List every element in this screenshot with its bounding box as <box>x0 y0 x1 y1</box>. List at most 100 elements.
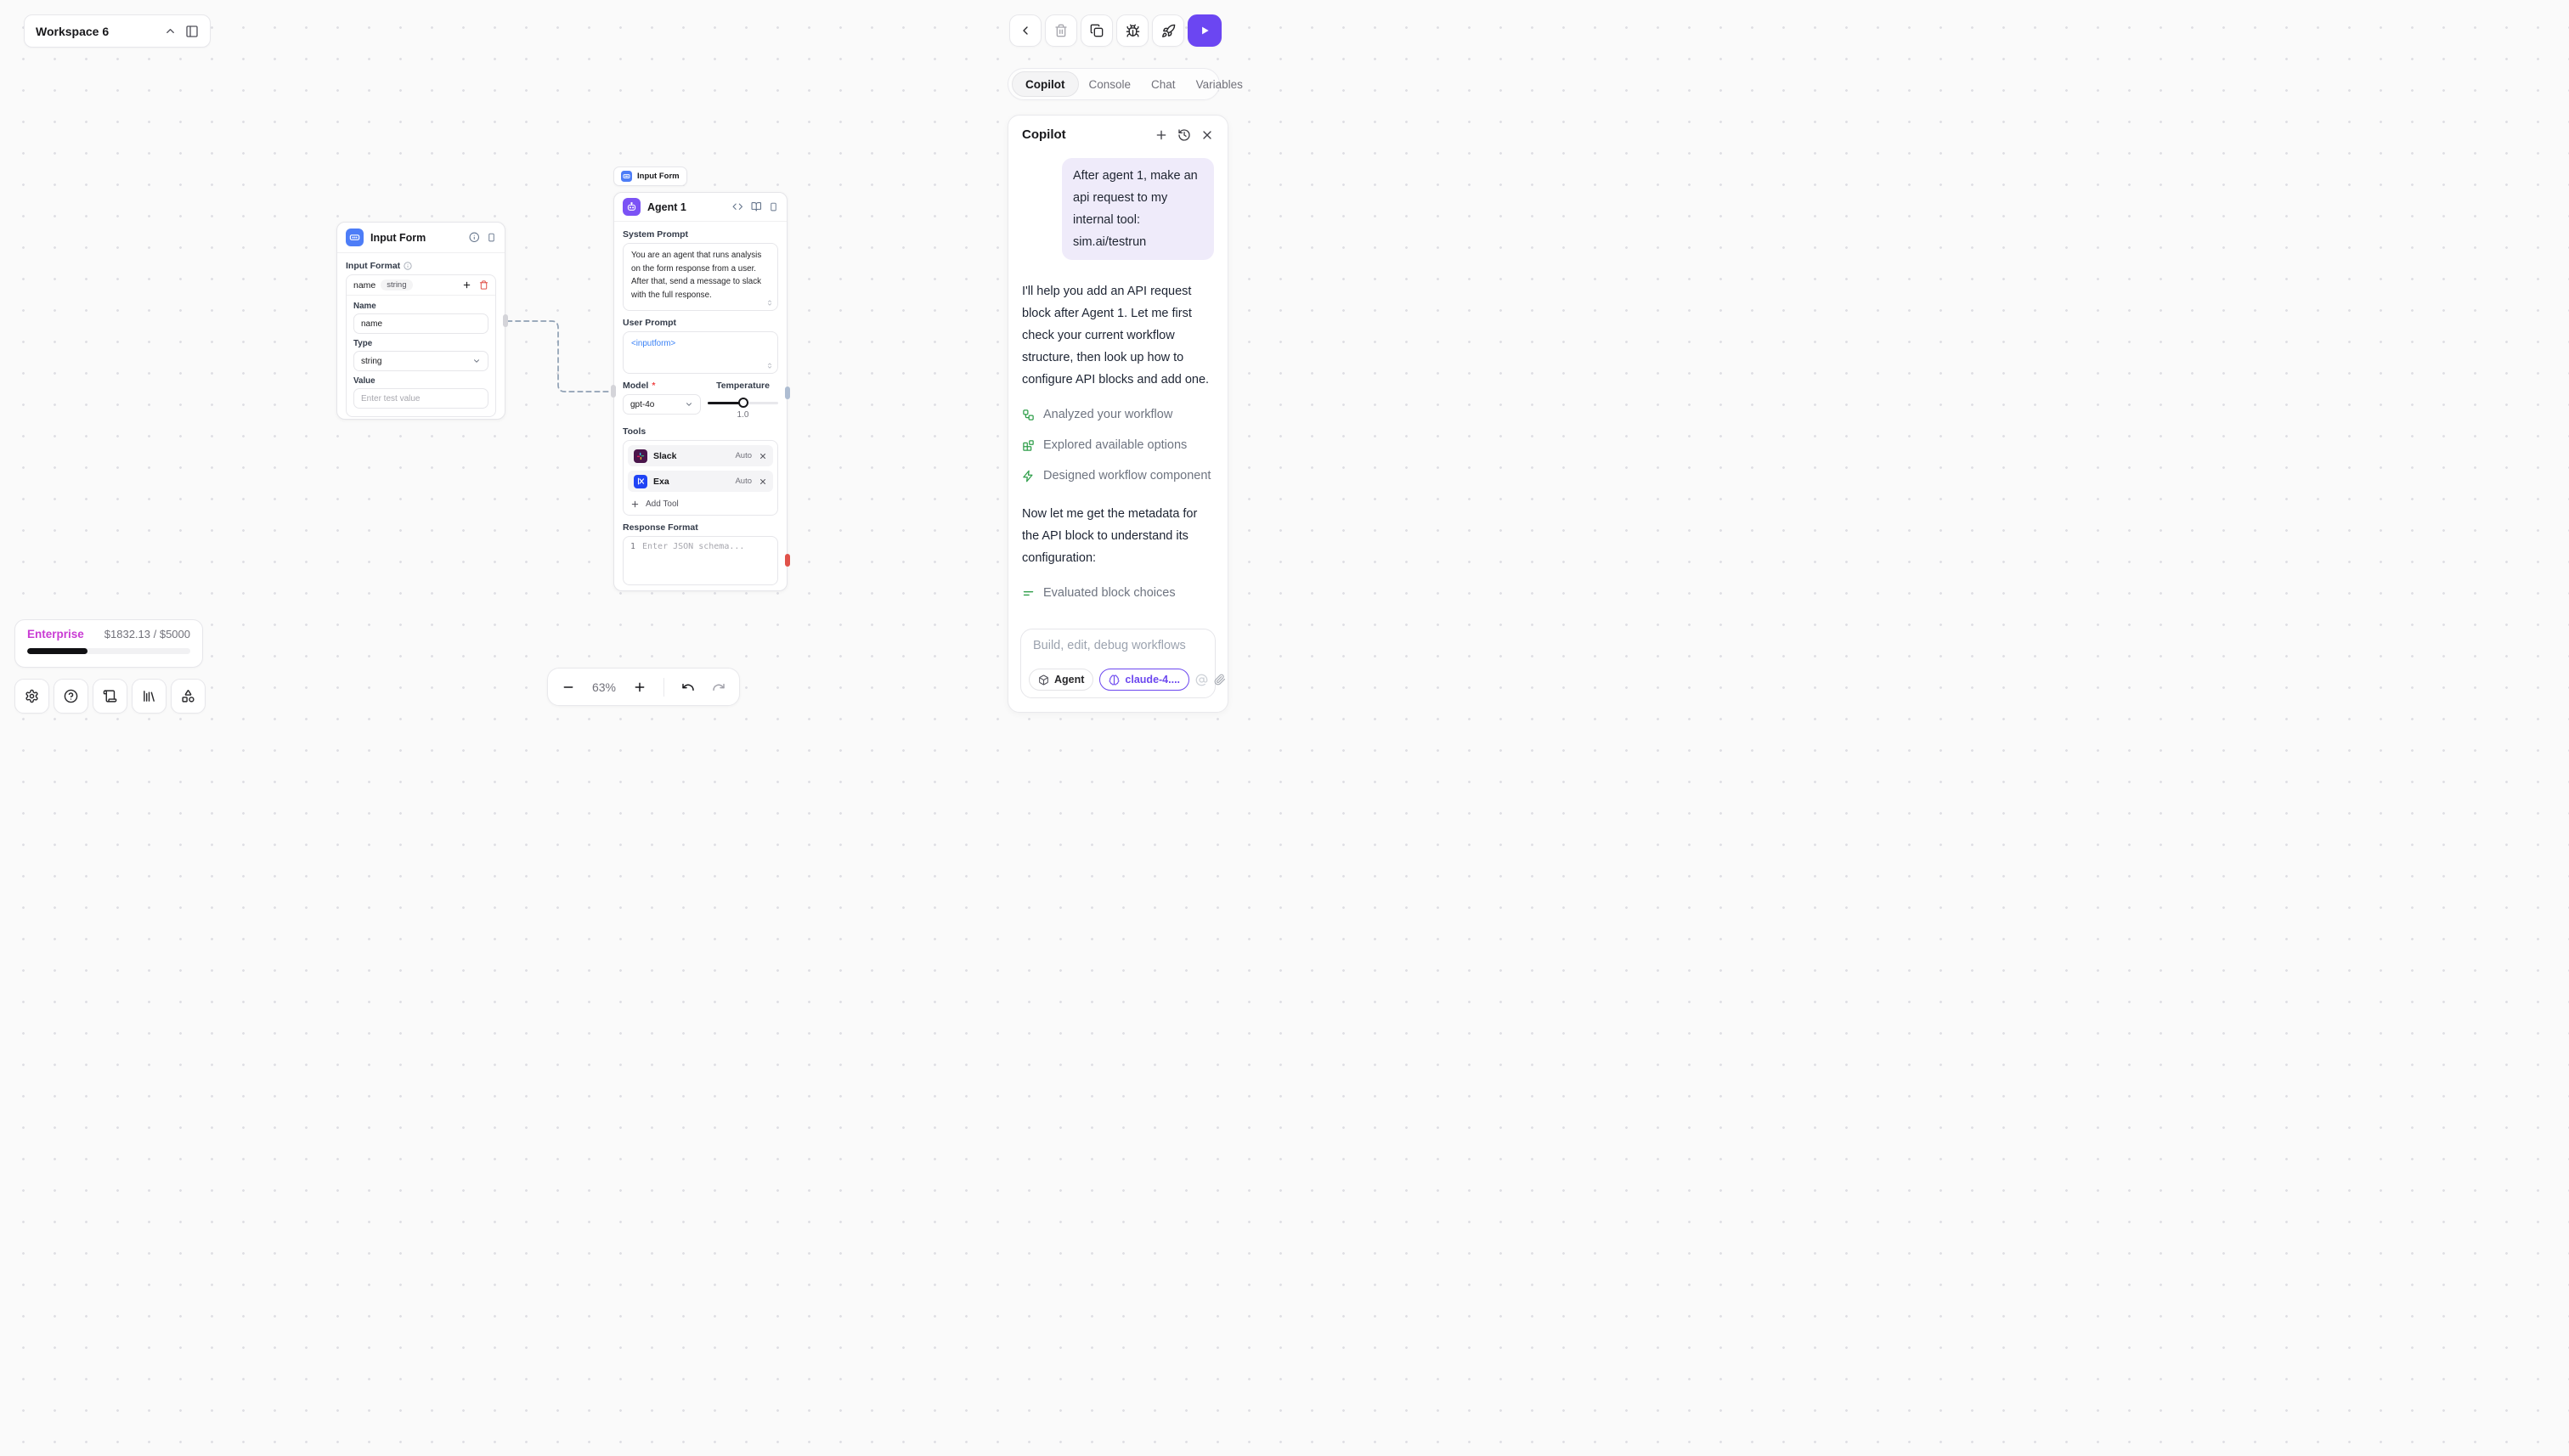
copilot-header: Copilot <box>1008 116 1228 145</box>
library-icon <box>142 689 156 703</box>
assistant-message: Now let me get the metadata for the API … <box>1022 503 1214 569</box>
settings-button[interactable] <box>14 679 49 714</box>
node-title: Agent 1 <box>647 201 686 213</box>
copilot-step: Analyzed your workflow <box>1022 408 1214 421</box>
panel-rect-icon[interactable] <box>487 232 496 243</box>
remove-tool-icon[interactable] <box>759 452 767 460</box>
input-form-output-handle[interactable] <box>503 314 508 327</box>
logs-button[interactable] <box>93 679 127 714</box>
delete-field-icon[interactable] <box>479 280 488 290</box>
resize-icon[interactable] <box>766 362 773 370</box>
chevron-down-icon <box>685 400 693 409</box>
system-prompt-textarea[interactable]: You are an agent that runs analysis on t… <box>623 243 778 311</box>
type-label: Type <box>353 339 488 348</box>
copilot-composer[interactable]: Build, edit, debug workflows Agent claud… <box>1020 629 1216 698</box>
usage-progress-fill <box>27 648 88 654</box>
attach-icon[interactable] <box>1214 674 1226 686</box>
composer-placeholder: Build, edit, debug workflows <box>1021 629 1215 652</box>
help-button[interactable] <box>54 679 88 714</box>
knowledge-button[interactable] <box>132 679 167 714</box>
user-prompt-textarea[interactable]: <inputform> <box>623 331 778 374</box>
exa-icon <box>634 475 647 488</box>
temperature-label: Temperature <box>708 381 778 391</box>
zoom-out-icon[interactable] <box>562 680 575 694</box>
tool-mode[interactable]: Auto <box>735 451 752 460</box>
evaluate-icon <box>1022 587 1035 600</box>
tool-row-exa[interactable]: Exa Auto <box>628 471 773 492</box>
zap-icon <box>1022 470 1035 483</box>
type-select[interactable]: string <box>353 351 488 371</box>
close-icon[interactable] <box>1200 128 1214 142</box>
run-button[interactable] <box>1188 14 1222 47</box>
mention-icon[interactable] <box>1195 674 1208 686</box>
model-select[interactable]: gpt-4o <box>623 394 701 415</box>
name-label: Name <box>353 302 488 311</box>
duplicate-button[interactable] <box>1081 14 1113 47</box>
tools-list: Slack Auto Exa Auto Add Tool <box>623 440 778 516</box>
agent-error-handle[interactable] <box>785 554 790 567</box>
zoom-level[interactable]: 63% <box>592 680 616 694</box>
bug-icon <box>1126 24 1140 38</box>
name-input[interactable] <box>353 313 488 334</box>
field-row-header: name string <box>347 275 495 296</box>
history-icon[interactable] <box>1177 128 1191 142</box>
copy-icon <box>1090 24 1104 37</box>
agent-input-handle[interactable] <box>611 385 616 398</box>
value-input[interactable] <box>353 388 488 409</box>
divider <box>663 678 664 697</box>
model-selector[interactable]: claude-4.... <box>1099 669 1189 691</box>
templates-button[interactable] <box>171 679 206 714</box>
agent-node-header[interactable]: Agent 1 <box>614 193 787 222</box>
tab-copilot[interactable]: Copilot <box>1012 71 1079 97</box>
slider-knob[interactable] <box>738 398 748 408</box>
delete-button[interactable] <box>1045 14 1077 47</box>
json-schema-placeholder: Enter JSON schema... <box>642 542 744 579</box>
zoom-in-icon[interactable] <box>633 680 646 694</box>
info-icon[interactable] <box>469 232 480 243</box>
help-icon <box>64 689 78 703</box>
workspace-selector[interactable]: Workspace 6 <box>24 14 211 48</box>
back-button[interactable] <box>1009 14 1042 47</box>
tool-row-slack[interactable]: Slack Auto <box>628 445 773 466</box>
remove-tool-icon[interactable] <box>759 477 767 486</box>
agent-output-handle[interactable] <box>785 387 790 399</box>
response-format-editor[interactable]: 1 Enter JSON schema... <box>623 536 778 585</box>
mode-selector[interactable]: Agent <box>1029 669 1093 691</box>
add-field-icon[interactable] <box>462 280 471 290</box>
blocks-icon <box>1022 439 1035 452</box>
response-format-label: Response Format <box>623 522 778 533</box>
connected-block-badge[interactable]: Input Form <box>613 166 687 186</box>
add-tool-button[interactable]: Add Tool <box>628 496 773 511</box>
new-chat-icon[interactable] <box>1155 128 1168 142</box>
agent-node: Agent 1 System Prompt You are an agent t… <box>613 192 788 591</box>
input-form-node-header[interactable]: Input Form <box>337 223 505 253</box>
redo-icon[interactable] <box>712 680 726 694</box>
tool-mode[interactable]: Auto <box>735 477 752 486</box>
right-panel-tabs: Copilot Console Chat Variables <box>1008 68 1220 100</box>
sidebar-toggle-icon[interactable] <box>185 25 199 38</box>
usage-amount: $1832.13 / $5000 <box>104 628 190 641</box>
book-icon[interactable] <box>751 201 762 212</box>
temperature-slider[interactable] <box>708 398 778 408</box>
tab-variables[interactable]: Variables <box>1186 78 1253 91</box>
usage-card[interactable]: Enterprise $1832.13 / $5000 <box>14 619 203 668</box>
debug-button[interactable] <box>1116 14 1149 47</box>
copilot-step: Designed workflow component <box>1022 469 1214 483</box>
copilot-step: Explored available options <box>1022 438 1214 452</box>
tab-chat[interactable]: Chat <box>1141 78 1186 91</box>
step-label: Explored available options <box>1043 438 1187 452</box>
chevron-up-icon[interactable] <box>164 25 177 37</box>
workflow-canvas[interactable]: { "workspace": { "name": "Workspace 6" }… <box>0 0 1284 728</box>
tab-console[interactable]: Console <box>1079 78 1142 91</box>
plus-icon <box>630 499 640 509</box>
panel-rect-icon[interactable] <box>769 201 778 212</box>
resize-icon[interactable] <box>766 299 773 307</box>
system-prompt-label: System Prompt <box>623 229 778 240</box>
assistant-message: I'll help you add an API request block a… <box>1022 280 1214 391</box>
undo-icon[interactable] <box>681 680 695 694</box>
brain-icon <box>1109 674 1120 686</box>
code-icon[interactable] <box>732 201 743 212</box>
deploy-button[interactable] <box>1152 14 1184 47</box>
field-name: name <box>353 280 375 291</box>
line-number: 1 <box>624 542 642 579</box>
